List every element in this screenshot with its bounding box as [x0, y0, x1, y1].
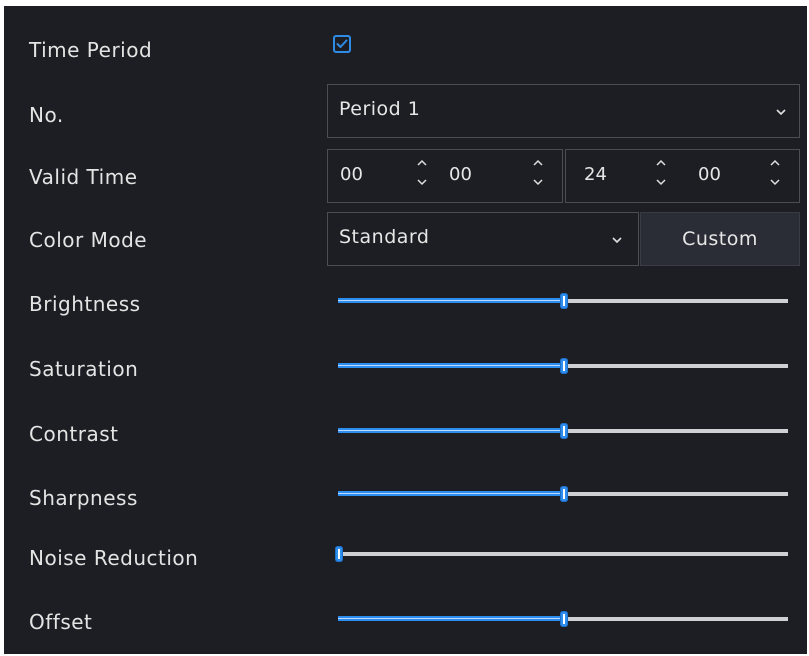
chevron-down-icon: [776, 109, 786, 116]
color-mode-select[interactable]: Standard: [327, 212, 639, 266]
color-mode-select-value: Standard: [339, 226, 430, 248]
slider-fill: [338, 363, 563, 368]
start-minute-value: 00: [449, 164, 472, 185]
color-mode-label: Color Mode: [29, 228, 148, 252]
image-settings-panel: Time Period No. Period 1 Valid Time 00 0…: [4, 6, 807, 654]
offset-slider[interactable]: [338, 611, 788, 627]
slider-handle[interactable]: [560, 358, 568, 374]
brightness-slider[interactable]: [338, 293, 788, 309]
end-hour-value: 24: [584, 164, 607, 185]
time-period-checkbox[interactable]: [333, 35, 351, 53]
no-label: No.: [29, 103, 64, 127]
contrast-label: Contrast: [29, 422, 119, 446]
slider-handle[interactable]: [560, 611, 568, 627]
brightness-label: Brightness: [29, 292, 141, 316]
end-time-field[interactable]: 24 00: [565, 149, 800, 203]
end-minute-value: 00: [698, 164, 721, 185]
period-select-value: Period 1: [339, 98, 421, 120]
end-hour-spinner-icon[interactable]: [655, 155, 667, 191]
offset-label: Offset: [29, 610, 93, 634]
end-minute-spinner-icon[interactable]: [769, 155, 781, 191]
start-hour-spinner-icon[interactable]: [416, 155, 428, 191]
start-time-field[interactable]: 00 00: [327, 149, 563, 203]
saturation-label: Saturation: [29, 357, 139, 381]
slider-handle[interactable]: [560, 423, 568, 439]
noise-reduction-slider[interactable]: [335, 546, 788, 562]
sharpness-slider[interactable]: [338, 486, 788, 502]
slider-handle[interactable]: [560, 486, 568, 502]
start-hour-value: 00: [340, 164, 363, 185]
slider-fill: [338, 428, 563, 433]
checkmark-icon: [336, 39, 348, 48]
slider-track: [338, 552, 788, 556]
custom-button[interactable]: Custom: [640, 212, 800, 266]
slider-fill: [338, 616, 563, 621]
noise-reduction-label: Noise Reduction: [29, 546, 199, 570]
start-minute-spinner-icon[interactable]: [532, 155, 544, 191]
chevron-down-icon: [612, 237, 622, 244]
slider-fill: [338, 491, 563, 496]
time-period-label: Time Period: [29, 38, 153, 62]
contrast-slider[interactable]: [338, 423, 788, 439]
slider-handle[interactable]: [560, 293, 568, 309]
saturation-slider[interactable]: [338, 358, 788, 374]
valid-time-label: Valid Time: [29, 165, 138, 189]
slider-handle[interactable]: [335, 546, 343, 562]
slider-fill: [338, 298, 563, 303]
sharpness-label: Sharpness: [29, 486, 138, 510]
period-select[interactable]: Period 1: [327, 84, 800, 138]
